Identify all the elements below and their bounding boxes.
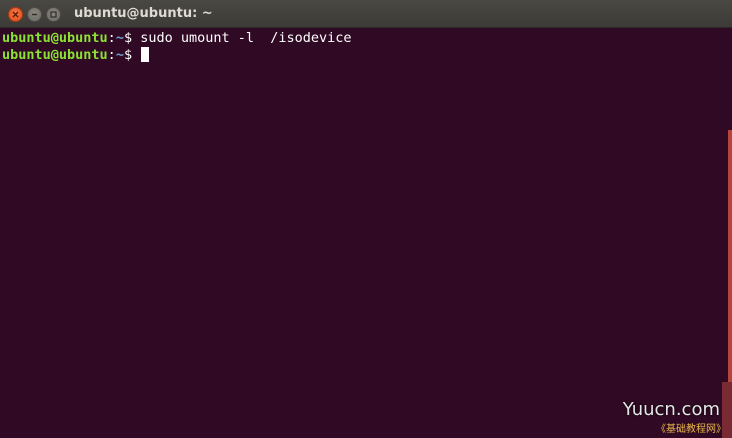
minimize-icon bbox=[32, 13, 37, 16]
command-text: sudo umount -l /isodevice bbox=[140, 30, 352, 46]
prompt-sign: $ bbox=[123, 47, 141, 63]
close-icon bbox=[12, 11, 19, 18]
window-title: ubuntu@ubuntu: ~ bbox=[74, 6, 213, 21]
close-button[interactable] bbox=[8, 7, 23, 22]
prompt-sign: $ bbox=[123, 30, 141, 46]
minimize-button[interactable] bbox=[27, 7, 42, 22]
watermark-subtitle: 《基础教程网》 bbox=[656, 424, 726, 435]
title-bar[interactable]: ubuntu@ubuntu: ~ bbox=[0, 0, 732, 28]
maximize-button[interactable] bbox=[46, 7, 61, 22]
terminal-line: ubuntu@ubuntu:~$ bbox=[2, 47, 725, 64]
text-cursor bbox=[141, 47, 150, 62]
prompt-path: ~ bbox=[115, 47, 124, 63]
prompt-colon: : bbox=[107, 30, 116, 46]
prompt-colon: : bbox=[107, 47, 116, 63]
terminal-line: ubuntu@ubuntu:~$ sudo umount -l /isodevi… bbox=[2, 30, 725, 47]
prompt-user-host: ubuntu@ubuntu bbox=[2, 47, 108, 63]
watermark-logo: Yuucn.com bbox=[622, 399, 720, 420]
terminal-output[interactable]: ubuntu@ubuntu:~$ sudo umount -l /isodevi… bbox=[0, 28, 725, 438]
maximize-icon bbox=[50, 11, 57, 18]
terminal-window: ubuntu@ubuntu: ~ ubuntu@ubuntu:~$ sudo u… bbox=[0, 0, 732, 438]
prompt-user-host: ubuntu@ubuntu bbox=[2, 30, 108, 46]
prompt-path: ~ bbox=[115, 30, 124, 46]
